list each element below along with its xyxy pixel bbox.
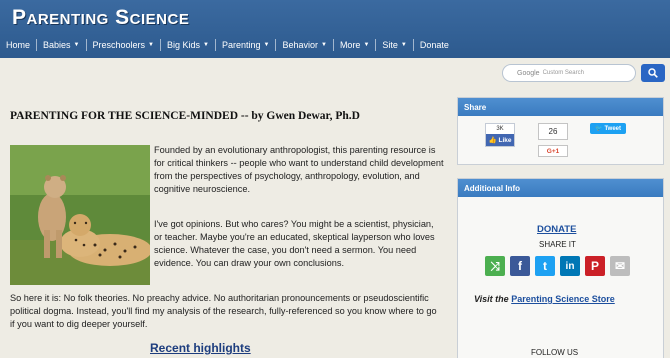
- pinterest-icon[interactable]: P: [585, 256, 605, 276]
- facebook-like-button[interactable]: 👍 Like: [486, 134, 514, 146]
- tweet-button[interactable]: 🐦 Tweet: [590, 123, 626, 134]
- email-icon[interactable]: ✉: [610, 256, 630, 276]
- page-title: PARENTING FOR THE SCIENCE-MINDED -- by G…: [10, 110, 360, 122]
- facebook-like-count: 3K: [496, 126, 504, 132]
- donate-link[interactable]: DONATE: [537, 224, 576, 235]
- share-count: 26: [538, 123, 568, 140]
- share-it-label: SHARE IT: [539, 240, 576, 249]
- nav-label: Behavior: [282, 40, 318, 50]
- summary-paragraph: So here it is: No folk theories. No prea…: [10, 293, 437, 329]
- google-plus-button[interactable]: G+1: [538, 145, 568, 157]
- recent-highlights-link[interactable]: Recent highlights: [150, 341, 251, 355]
- search-icon: [648, 68, 658, 78]
- search-placeholder: Custom Search: [542, 70, 584, 76]
- nav-item-home[interactable]: Home: [0, 39, 38, 51]
- nav-label: Donate: [419, 40, 449, 50]
- share-icons-row: ⤨ f t in P ✉: [485, 256, 630, 276]
- search-input[interactable]: Google Custom Search: [502, 64, 636, 82]
- twitter-icon[interactable]: t: [535, 256, 555, 276]
- follow-us-label: FOLLOW US: [531, 348, 579, 357]
- additional-info-title: Additional Info: [458, 179, 663, 197]
- search-button[interactable]: [641, 64, 665, 82]
- nav-label: Parenting: [221, 40, 261, 50]
- nav-label: More: [339, 40, 361, 50]
- google-label: Google: [517, 69, 540, 77]
- main-nav: Home Babies ▼ Preschoolers ▼ Big Kids ▼ Parenti…: [0, 36, 455, 54]
- nav-item-babies[interactable]: Babies ▼: [37, 39, 87, 51]
- cheetah-photo: [10, 145, 150, 285]
- facebook-icon[interactable]: f: [510, 256, 530, 276]
- chevron-down-icon: ▼: [400, 42, 407, 48]
- nav-item-behavior[interactable]: Behavior ▼: [276, 39, 334, 51]
- tweet-label: Tweet: [604, 125, 622, 132]
- intro-paragraph: Founded by an evolutionary anthropologis…: [154, 145, 444, 194]
- nav-item-big-kids[interactable]: Big Kids ▼: [161, 39, 216, 51]
- store-link[interactable]: Parenting Science Store: [511, 294, 615, 304]
- chevron-down-icon: ▼: [203, 42, 209, 48]
- nav-label: Site: [382, 40, 398, 50]
- nav-item-donate[interactable]: Donate: [414, 39, 455, 51]
- share-panel-title: Share: [458, 98, 663, 116]
- chevron-down-icon: ▼: [148, 42, 154, 48]
- visit-prefix: Visit the: [474, 294, 509, 304]
- chevron-down-icon: ▼: [363, 42, 370, 48]
- visit-store: Visit the Parenting Science Store: [474, 294, 615, 304]
- twitter-bird-icon: 🐦: [594, 126, 603, 132]
- facebook-like-widget[interactable]: 3K 👍 Like: [485, 123, 515, 147]
- linkedin-icon[interactable]: in: [560, 256, 580, 276]
- chevron-down-icon: ▼: [263, 42, 270, 48]
- site-logo[interactable]: Parenting Science: [12, 6, 189, 30]
- nav-label: Babies: [43, 40, 71, 50]
- nav-label: Big Kids: [166, 40, 201, 50]
- opinion-paragraph: I've got opinions. But who cares? You mi…: [154, 219, 435, 268]
- nav-item-site[interactable]: Site ▼: [376, 39, 414, 51]
- nav-label: Home: [6, 40, 31, 50]
- nav-label: Preschoolers: [92, 40, 146, 50]
- chevron-down-icon: ▼: [73, 42, 80, 48]
- facebook-like-label: Like: [498, 136, 512, 144]
- share-icon[interactable]: ⤨: [485, 256, 505, 276]
- site-header: Parenting Science Home Babies ▼ Preschooler…: [0, 0, 670, 58]
- nav-item-more[interactable]: More ▼: [334, 39, 377, 51]
- nav-item-parenting[interactable]: Parenting ▼: [216, 39, 277, 51]
- thumbs-up-icon: 👍: [488, 137, 497, 144]
- chevron-down-icon: ▼: [320, 42, 327, 48]
- nav-item-preschoolers[interactable]: Preschoolers ▼: [87, 39, 161, 51]
